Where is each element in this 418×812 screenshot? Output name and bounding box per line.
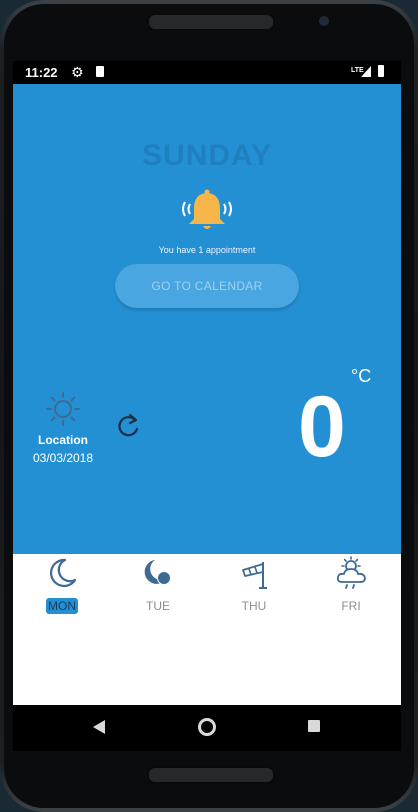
battery-icon <box>378 65 384 77</box>
forecast-day-label: FRI <box>341 599 361 613</box>
recents-icon[interactable] <box>308 720 320 732</box>
back-icon[interactable] <box>93 720 105 734</box>
forecast-day-tue[interactable]: TUE <box>113 556 203 615</box>
top-speaker <box>147 13 275 31</box>
forecast-day-label: TUE <box>146 599 170 613</box>
bottom-speaker <box>147 766 275 784</box>
gear-icon: ⚙ <box>71 64 84 80</box>
moon-cloud-icon <box>144 560 171 585</box>
forecast-day-label: THU <box>241 599 267 613</box>
location-label: Location <box>38 433 88 447</box>
front-camera <box>318 15 330 27</box>
home-icon[interactable] <box>198 718 216 736</box>
sun-cloud-rain-icon <box>336 556 366 589</box>
refresh-icon[interactable] <box>114 412 142 440</box>
android-nav-bar <box>13 705 401 751</box>
temperature-unit: °C <box>351 366 372 386</box>
temperature-value: 0 <box>298 379 346 475</box>
phone-frame: 11:22 ⚙ LTE SUNDAY You have 1 appointmen… <box>0 0 418 812</box>
bell-icon <box>177 188 237 234</box>
status-time: 11:22 <box>25 65 58 80</box>
sd-card-icon <box>96 66 104 77</box>
app-screen: 11:22 ⚙ LTE SUNDAY You have 1 appointmen… <box>13 61 401 751</box>
forecast-day-fri[interactable]: FRI <box>306 556 396 615</box>
forecast-day-mon[interactable]: MON <box>17 556 107 615</box>
day-title: SUNDAY <box>142 139 272 172</box>
status-bar: 11:22 ⚙ LTE <box>13 61 401 84</box>
forecast-row: MON TUE THU FRI <box>13 556 401 626</box>
forecast-day-label: MON <box>46 598 78 614</box>
appointment-text: You have 1 appointment <box>158 245 256 255</box>
sun-icon <box>45 391 81 427</box>
current-date: 03/03/2018 <box>32 451 94 465</box>
go-to-calendar-button[interactable]: GO TO CALENDAR <box>115 264 299 308</box>
forecast-day-thu[interactable]: THU <box>209 556 299 615</box>
drip-divider <box>13 476 401 542</box>
moon-icon <box>50 558 77 587</box>
signal-icon <box>361 66 371 77</box>
windsock-icon <box>242 562 267 589</box>
